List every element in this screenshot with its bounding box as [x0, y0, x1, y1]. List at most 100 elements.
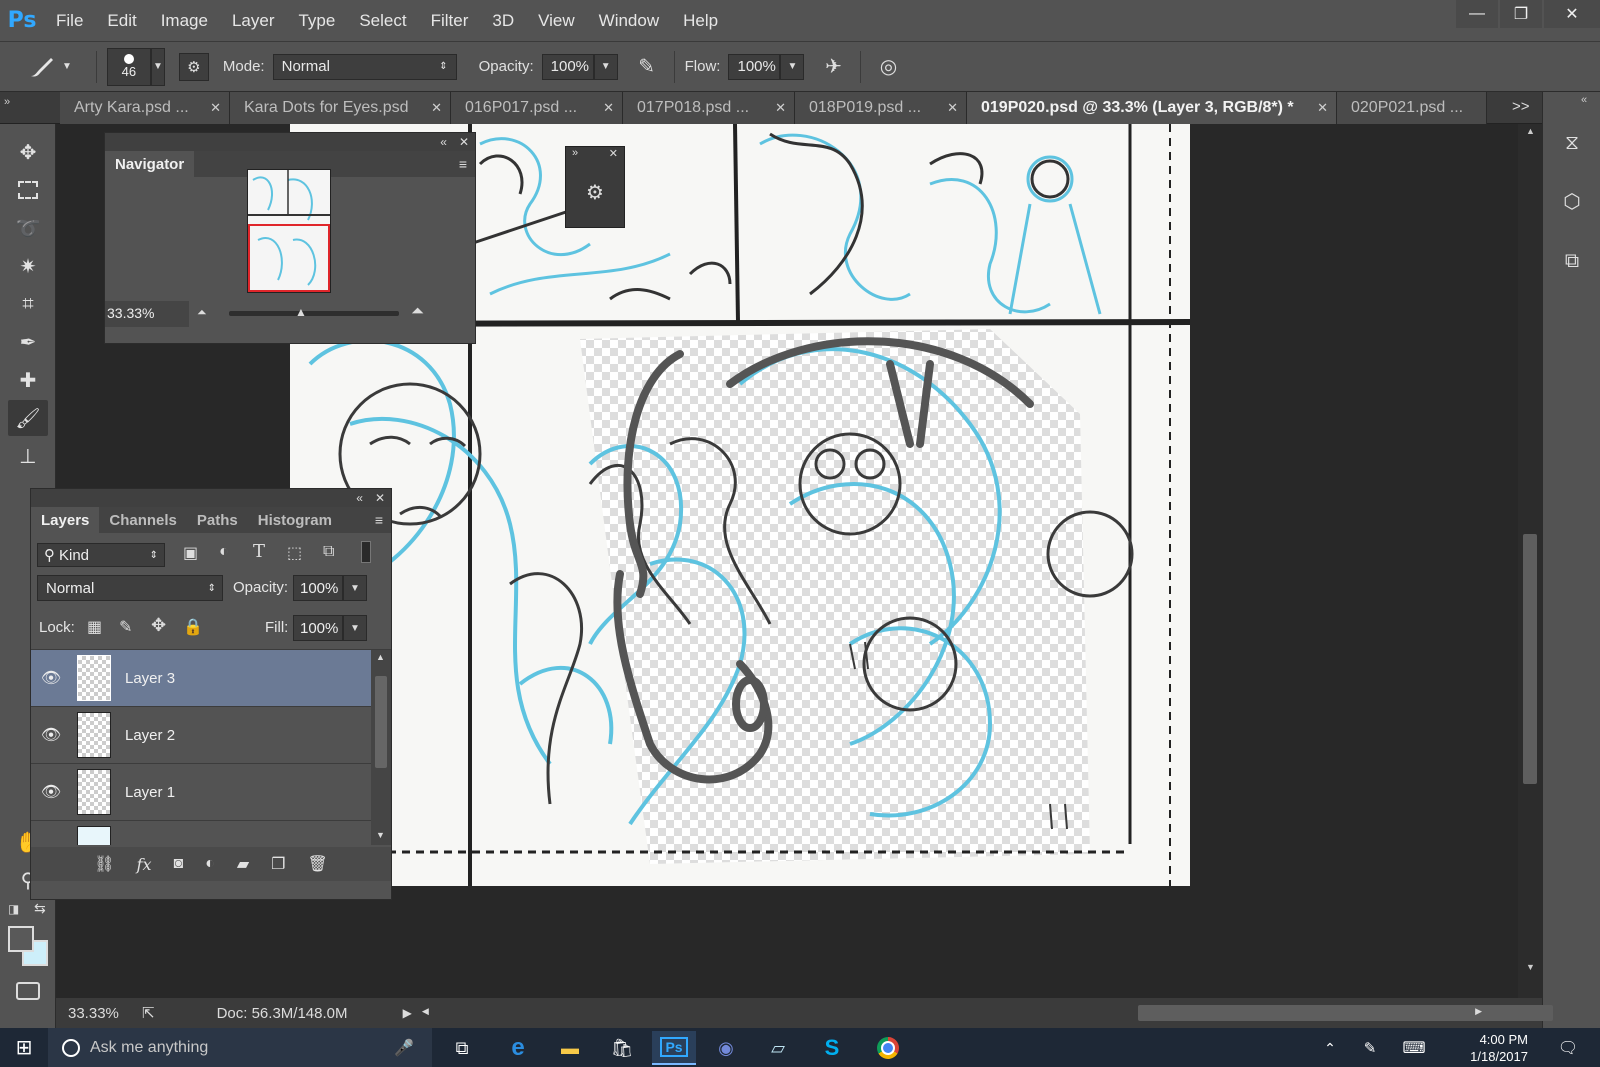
brush-size-dropdown[interactable]: ▼ [150, 47, 165, 86]
tab-histogram[interactable]: Histogram [248, 507, 342, 533]
vertical-scroll-thumb[interactable] [1523, 534, 1537, 784]
menu-file[interactable]: File [44, 0, 95, 42]
collapse-panel-icon[interactable]: « [440, 135, 447, 149]
vertical-scrollbar[interactable]: ▲ ▼ [1518, 124, 1542, 998]
layer-row-3[interactable]: 👁 Layer 3 [31, 650, 371, 707]
menu-image[interactable]: Image [149, 0, 220, 42]
navigator-zoom-field[interactable]: 33.33% [105, 301, 189, 327]
3d-panel-icon[interactable]: ⬡ [1555, 184, 1589, 218]
system-clock[interactable]: 4:00 PM 1/18/2017 [1470, 1031, 1528, 1065]
marquee-tool-icon[interactable] [8, 172, 48, 208]
tab-layers[interactable]: Layers [31, 507, 100, 533]
tabs-overflow-icon[interactable]: >> [1512, 98, 1530, 115]
visibility-eye-icon[interactable]: 👁 [31, 725, 71, 745]
default-colors-icon[interactable]: ◨ [8, 902, 19, 916]
tab-019p020[interactable]: 019P020.psd @ 33.3% (Layer 3, RGB/8*) * ✕ [967, 92, 1337, 124]
lock-position-icon[interactable]: ✥ [151, 615, 166, 636]
horizontal-scroll-thumb[interactable] [1137, 1005, 1553, 1021]
mode-select[interactable]: Normal ⇕ [272, 53, 457, 80]
brush-tool-icon[interactable]: 🖌 [8, 400, 48, 436]
properties-panel-icon[interactable]: ⧉ [1555, 244, 1589, 278]
lasso-tool-icon[interactable]: ➰ [8, 210, 48, 246]
shape-filter-icon[interactable]: ⬚ [287, 543, 302, 563]
tab-018p019[interactable]: 018P019.psd ... ✕ [795, 92, 967, 124]
layer-list-scrollbar[interactable]: ▲ ▼ [371, 650, 391, 845]
brush-size-picker[interactable]: 46 [106, 47, 151, 86]
close-tab-icon[interactable]: ✕ [775, 100, 786, 116]
close-tab-icon[interactable]: ✕ [1317, 100, 1328, 116]
panel-menu-icon[interactable]: ≡ [459, 156, 467, 172]
menu-filter[interactable]: Filter [419, 0, 481, 42]
menu-type[interactable]: Type [286, 0, 347, 42]
new-layer-icon[interactable]: ❐ [271, 854, 285, 874]
layer-list-scroll-thumb[interactable] [375, 676, 387, 768]
chrome-icon[interactable] [866, 1031, 910, 1065]
tab-navigator[interactable]: Navigator [105, 151, 195, 177]
pen-workspace-icon[interactable]: ✎ [1348, 1031, 1392, 1065]
scroll-up-icon[interactable]: ▲ [376, 652, 385, 662]
flow-dropdown[interactable]: ▼ [780, 53, 805, 80]
notes-app-icon[interactable]: ▱ [756, 1031, 800, 1065]
menu-help[interactable]: Help [671, 0, 730, 42]
tab-channels[interactable]: Channels [99, 507, 187, 533]
status-menu-arrow-icon[interactable]: ▶ [403, 1006, 412, 1020]
zoom-slider[interactable]: ▲ [229, 305, 399, 319]
filter-toggle[interactable] [361, 541, 371, 563]
type-filter-icon[interactable]: T [253, 541, 265, 562]
discord-icon[interactable]: ◉ [704, 1031, 748, 1065]
lock-all-icon[interactable]: 🔒 [183, 617, 203, 637]
layer-style-icon[interactable]: fx [137, 855, 152, 874]
tab-kara-dots[interactable]: Kara Dots for Eyes.psd ✕ [230, 92, 451, 124]
clone-stamp-tool-icon[interactable]: ⊥ [8, 438, 48, 474]
pressure-size-icon[interactable]: ◎ [871, 54, 905, 79]
horizontal-scrollbar[interactable]: ◀ ▶ [418, 998, 1553, 1028]
tab-paths[interactable]: Paths [187, 507, 248, 533]
menu-window[interactable]: Window [587, 0, 671, 42]
expand-panel-icon[interactable]: » [572, 147, 578, 165]
close-tab-icon[interactable]: ✕ [210, 100, 221, 116]
scroll-right-icon[interactable]: ▶ [1475, 1006, 1482, 1017]
menu-view[interactable]: View [526, 0, 587, 42]
scroll-down-icon[interactable]: ▼ [376, 830, 385, 840]
history-panel-icon[interactable]: ⧖ [1555, 126, 1589, 160]
photoshop-taskbar-icon[interactable]: Ps [652, 1031, 696, 1065]
magic-wand-tool-icon[interactable]: ✷ [8, 248, 48, 284]
notifications-icon[interactable]: 🗨 [1546, 1031, 1590, 1065]
smart-object-filter-icon[interactable]: ⧉ [323, 543, 334, 561]
visibility-eye-icon[interactable]: 👁 [31, 782, 71, 802]
panel-collapse-icon[interactable]: » [4, 96, 10, 108]
brush-panel-toggle-icon[interactable]: ⚙ [178, 52, 209, 81]
close-tab-icon[interactable]: ✕ [431, 100, 442, 116]
tab-016p017[interactable]: 016P017.psd ... ✕ [451, 92, 623, 124]
task-view-icon[interactable]: ⧉ [440, 1031, 484, 1065]
status-zoom[interactable]: 33.33% [68, 1005, 132, 1022]
menu-edit[interactable]: Edit [95, 0, 148, 42]
opacity-dropdown[interactable]: ▼ [593, 53, 618, 80]
lock-transparency-icon[interactable]: ▦ [87, 617, 102, 637]
foreground-color-swatch[interactable] [8, 926, 34, 952]
keyboard-icon[interactable]: ⌨ [1392, 1031, 1436, 1065]
flow-input[interactable]: 100% [728, 53, 781, 80]
edge-browser-icon[interactable]: e [496, 1031, 540, 1065]
move-tool-icon[interactable]: ✥ [8, 134, 48, 170]
pressure-opacity-icon[interactable]: ✎ [630, 54, 664, 79]
close-tab-icon[interactable]: ✕ [947, 100, 958, 116]
zoom-slider-thumb[interactable]: ▲ [295, 305, 307, 319]
fill-input[interactable]: 100% [293, 615, 343, 641]
delete-layer-icon[interactable]: 🗑 [307, 854, 327, 874]
zoom-out-icon[interactable]: ⏶ [197, 305, 207, 320]
adjustment-filter-icon[interactable]: ◐ [219, 543, 229, 561]
brush-dropdown-icon[interactable]: ▼ [62, 61, 72, 72]
menu-select[interactable]: Select [347, 0, 418, 42]
layer-row-1[interactable]: 👁 Layer 1 [31, 764, 371, 821]
navigator-preview[interactable] [247, 169, 331, 293]
menu-layer[interactable]: Layer [220, 0, 287, 42]
add-mask-icon[interactable]: ◙ [173, 855, 183, 873]
opacity-input[interactable]: 100% [541, 53, 594, 80]
panel-menu-icon[interactable]: ≡ [375, 512, 383, 528]
file-explorer-icon[interactable]: ▬ [548, 1031, 592, 1065]
tab-arty-kara[interactable]: Arty Kara.psd ... ✕ [60, 92, 230, 124]
layer-opacity-dropdown[interactable]: ▼ [343, 575, 367, 601]
swap-colors-icon[interactable]: ⇆ [34, 900, 46, 917]
brush-preset-icon[interactable] [22, 54, 62, 80]
